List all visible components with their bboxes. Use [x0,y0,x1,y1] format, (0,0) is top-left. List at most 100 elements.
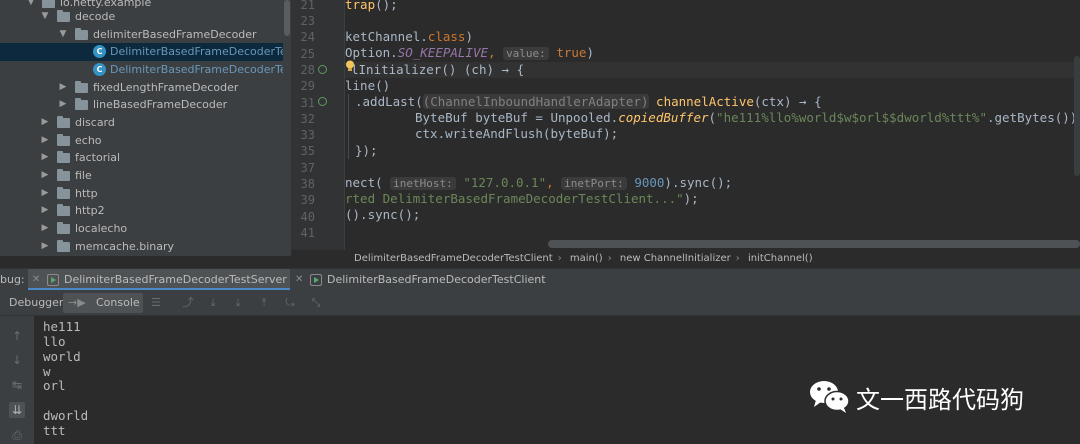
breadcrumb-init-channel[interactable]: initChannel() [748,253,813,264]
folder-icon [57,204,70,216]
tree-item-http[interactable]: ▶ http [0,185,283,203]
breadcrumb-method[interactable]: main() [570,253,603,264]
tree-item-line-based-frame-decoder[interactable]: ▶ lineBasedFrameDecoder [0,96,283,114]
chevron-right-icon: › [557,253,562,264]
step-over-icon[interactable]: ⤓ [207,297,219,309]
tree-item-label: lineBasedFrameDecoder [93,98,228,111]
collapse-arrow-icon[interactable]: ▶ [40,220,50,238]
parameter-hint: inetHost: [390,177,456,190]
collapse-arrow-icon[interactable]: ▶ [40,185,50,203]
code-line-21: trap(); [345,0,398,12]
line-number: 41 [300,226,315,240]
folder-icon [57,240,70,252]
tree-item-test-server-class[interactable]: C DelimiterBasedFrameDecoderTes [0,43,283,61]
watermark-text: 文一西路代码狗 [856,386,1024,414]
run-config-icon [310,274,322,286]
folder-icon [57,134,70,146]
console-line: world [43,349,81,364]
project-tree-scrollbar[interactable] [283,0,291,256]
show-execution-point-icon[interactable]: ⤴ [182,297,194,309]
console-line: ttt [43,423,66,438]
tree-item-fixed-length-frame-decoder[interactable]: ▶ fixedLengthFrameDecoder [0,79,283,97]
expand-arrow-icon[interactable]: ▼ [40,8,50,26]
tree-item-http2[interactable]: ▶ http2 [0,202,283,220]
intention-bulb-icon[interactable] [345,60,355,72]
scroll-down-icon[interactable]: ↓ [9,352,25,368]
parameter-hint: inetPort: [561,177,627,190]
tree-item-factorial[interactable]: ▶ factorial [0,149,283,167]
tree-item-label: DelimiterBasedFrameDecoderTes [110,45,283,58]
chevron-right-icon: › [735,253,740,264]
tree-item-label: localecho [75,222,128,235]
close-icon[interactable]: ✕ [295,269,303,291]
tree-item-test-client-class[interactable]: C DelimiterBasedFrameDecoderTes [0,61,283,79]
collapse-arrow-icon[interactable]: ▶ [40,167,50,185]
folder-icon [75,81,88,93]
console-line: llo [43,334,66,349]
collapse-arrow-icon[interactable]: ▶ [58,96,68,114]
collapse-arrow-icon[interactable]: ▶ [58,79,68,97]
line-number: 24 [300,30,315,44]
override-marker-icon[interactable] [318,65,327,74]
console-side-toolbar: ↑ ↓ ↹ ⇊ ⎙ [0,316,34,444]
folder-icon [42,0,55,8]
scroll-to-end-icon[interactable]: ⇊ [9,402,25,418]
tree-item-delimiter-based-frame-decoder[interactable]: ▼ delimiterBasedFrameDecoder [0,26,283,44]
tab-test-client-label[interactable]: DelimiterBasedFrameDecoderTestClient [327,269,546,291]
tree-item-memcache-binary[interactable]: ▶ memcache.binary [0,238,283,256]
collapse-arrow-icon[interactable]: ▶ [40,238,50,256]
code-line-28: line() [345,78,391,93]
code-line-31: ByteBuf byteBuf = Unpooled.copiedBuffer(… [415,110,1080,125]
debugger-toolbar: Debugger →▶ Console ☰ ⤴ ⤓ ⤓ ⤒ ⤿ ⤡ [0,290,1080,316]
line-number: 40 [300,210,315,224]
tree-item-file[interactable]: ▶ file [0,167,283,185]
line-number: 37 [300,161,315,175]
watermark: 文一西路代码狗 [808,378,1024,414]
code-line-24: Option.SO_KEEPALIVE, value: true) [345,45,594,60]
line-number: 35 [300,144,315,158]
breadcrumb-class[interactable]: DelimiterBasedFrameDecoderTestClient [354,253,553,264]
tree-item-localecho[interactable]: ▶ localecho [0,220,283,238]
step-into-icon[interactable]: ⤓ [232,297,244,309]
tree-item-echo[interactable]: ▶ echo [0,132,283,150]
console-line: orl [43,378,66,393]
tree-item-label: file [75,169,92,182]
project-tree: ▼ io.netty.example ▼ decode ▼ delimiterB… [0,0,283,256]
collapse-arrow-icon[interactable]: ▶ [40,132,50,150]
tree-item-label: echo [75,134,102,147]
scroll-up-icon[interactable]: ↑ [9,328,25,344]
run-to-cursor-icon[interactable]: ⤡ [310,297,322,309]
step-out-icon[interactable]: ⤒ [258,297,270,309]
debug-tab-bar: bug: ✕ DelimiterBasedFrameDecoderTestSer… [0,268,1080,291]
code-line-23: ketChannel.class) [345,29,473,44]
tree-item-label: factorial [75,151,121,164]
debug-label: bug: [0,273,25,286]
breadcrumb: DelimiterBasedFrameDecoderTestClient › ma… [291,250,1080,268]
scrollbar-thumb[interactable] [284,0,290,36]
menu-icon[interactable]: ☰ [150,297,162,309]
tab-test-server-label[interactable]: DelimiterBasedFrameDecoderTestServer [64,269,287,291]
collapse-arrow-icon[interactable]: ▶ [40,114,50,132]
tab-debugger[interactable]: Debugger [9,290,63,316]
collapse-arrow-icon[interactable]: ▶ [40,149,50,167]
print-icon[interactable]: ⎙ [9,427,25,443]
run-config-icon [47,274,59,286]
code-line-29: .addLast((ChannelInboundHandlerAdapter) … [355,94,822,109]
override-marker-icon[interactable] [318,97,327,106]
soft-wrap-icon[interactable]: ↹ [9,377,25,393]
tree-item-discard[interactable]: ▶ discard [0,114,283,132]
code-editor[interactable]: trap(); ketChannel.class) Option.SO_KEEP… [345,0,1080,250]
tree-item-label: http2 [75,204,105,217]
tree-item-decode[interactable]: ▼ decode [0,8,283,26]
folded-code-region[interactable]: (ChannelInboundHandlerAdapter) [422,94,649,109]
drop-frame-icon[interactable]: ⤿ [284,297,296,309]
folder-icon [57,169,70,181]
folder-icon [57,151,70,163]
tab-console-label[interactable]: Console [96,290,140,316]
close-icon[interactable]: ✕ [32,269,40,291]
editor-horizontal-scrollbar[interactable] [548,240,1080,248]
breadcrumb-initializer[interactable]: new ChannelInitializer [620,253,731,264]
collapse-arrow-icon[interactable]: ▶ [40,202,50,220]
editor-vertical-scrollbar[interactable] [1074,56,1080,176]
expand-arrow-icon[interactable]: ▼ [58,26,68,44]
